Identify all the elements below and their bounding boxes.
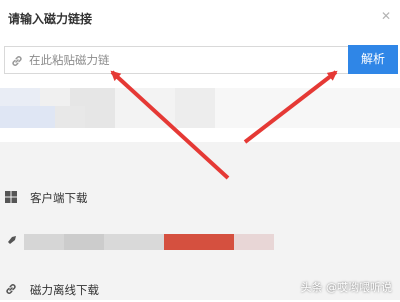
blur-cell xyxy=(64,234,104,250)
redacted-menu-label xyxy=(24,234,274,250)
windows-icon xyxy=(5,191,17,203)
menu-item-redacted[interactable] xyxy=(0,230,400,254)
link-icon xyxy=(12,56,22,66)
blur-cell xyxy=(0,106,55,128)
menu-item-client-download[interactable]: 客户端下载 xyxy=(0,186,400,210)
redacted-row-2 xyxy=(0,106,400,128)
menu-item-label: 客户端下载 xyxy=(30,191,88,205)
link-icon xyxy=(6,284,16,294)
blur-cell xyxy=(24,234,64,250)
dialog-title: 请输入磁力链接 xyxy=(8,12,93,26)
blur-cell xyxy=(104,234,164,250)
magnet-link-input[interactable] xyxy=(29,47,339,73)
watermark: 头条 @哎哟喂听说 xyxy=(300,281,393,294)
blur-cell xyxy=(164,234,234,250)
menu-panel: 客户端下载 磁力离线下载 xyxy=(0,142,400,300)
blur-cell xyxy=(55,106,85,128)
blur-cell xyxy=(234,234,274,250)
magnet-input-box[interactable] xyxy=(4,46,356,74)
menu-item-label: 磁力离线下载 xyxy=(30,283,99,297)
close-icon[interactable]: ✕ xyxy=(381,9,391,23)
rocket-icon xyxy=(6,236,16,246)
parse-button[interactable]: 解析 xyxy=(348,45,398,74)
magnet-link-dialog: 请输入磁力链接 ✕ 解析 xyxy=(0,0,400,300)
